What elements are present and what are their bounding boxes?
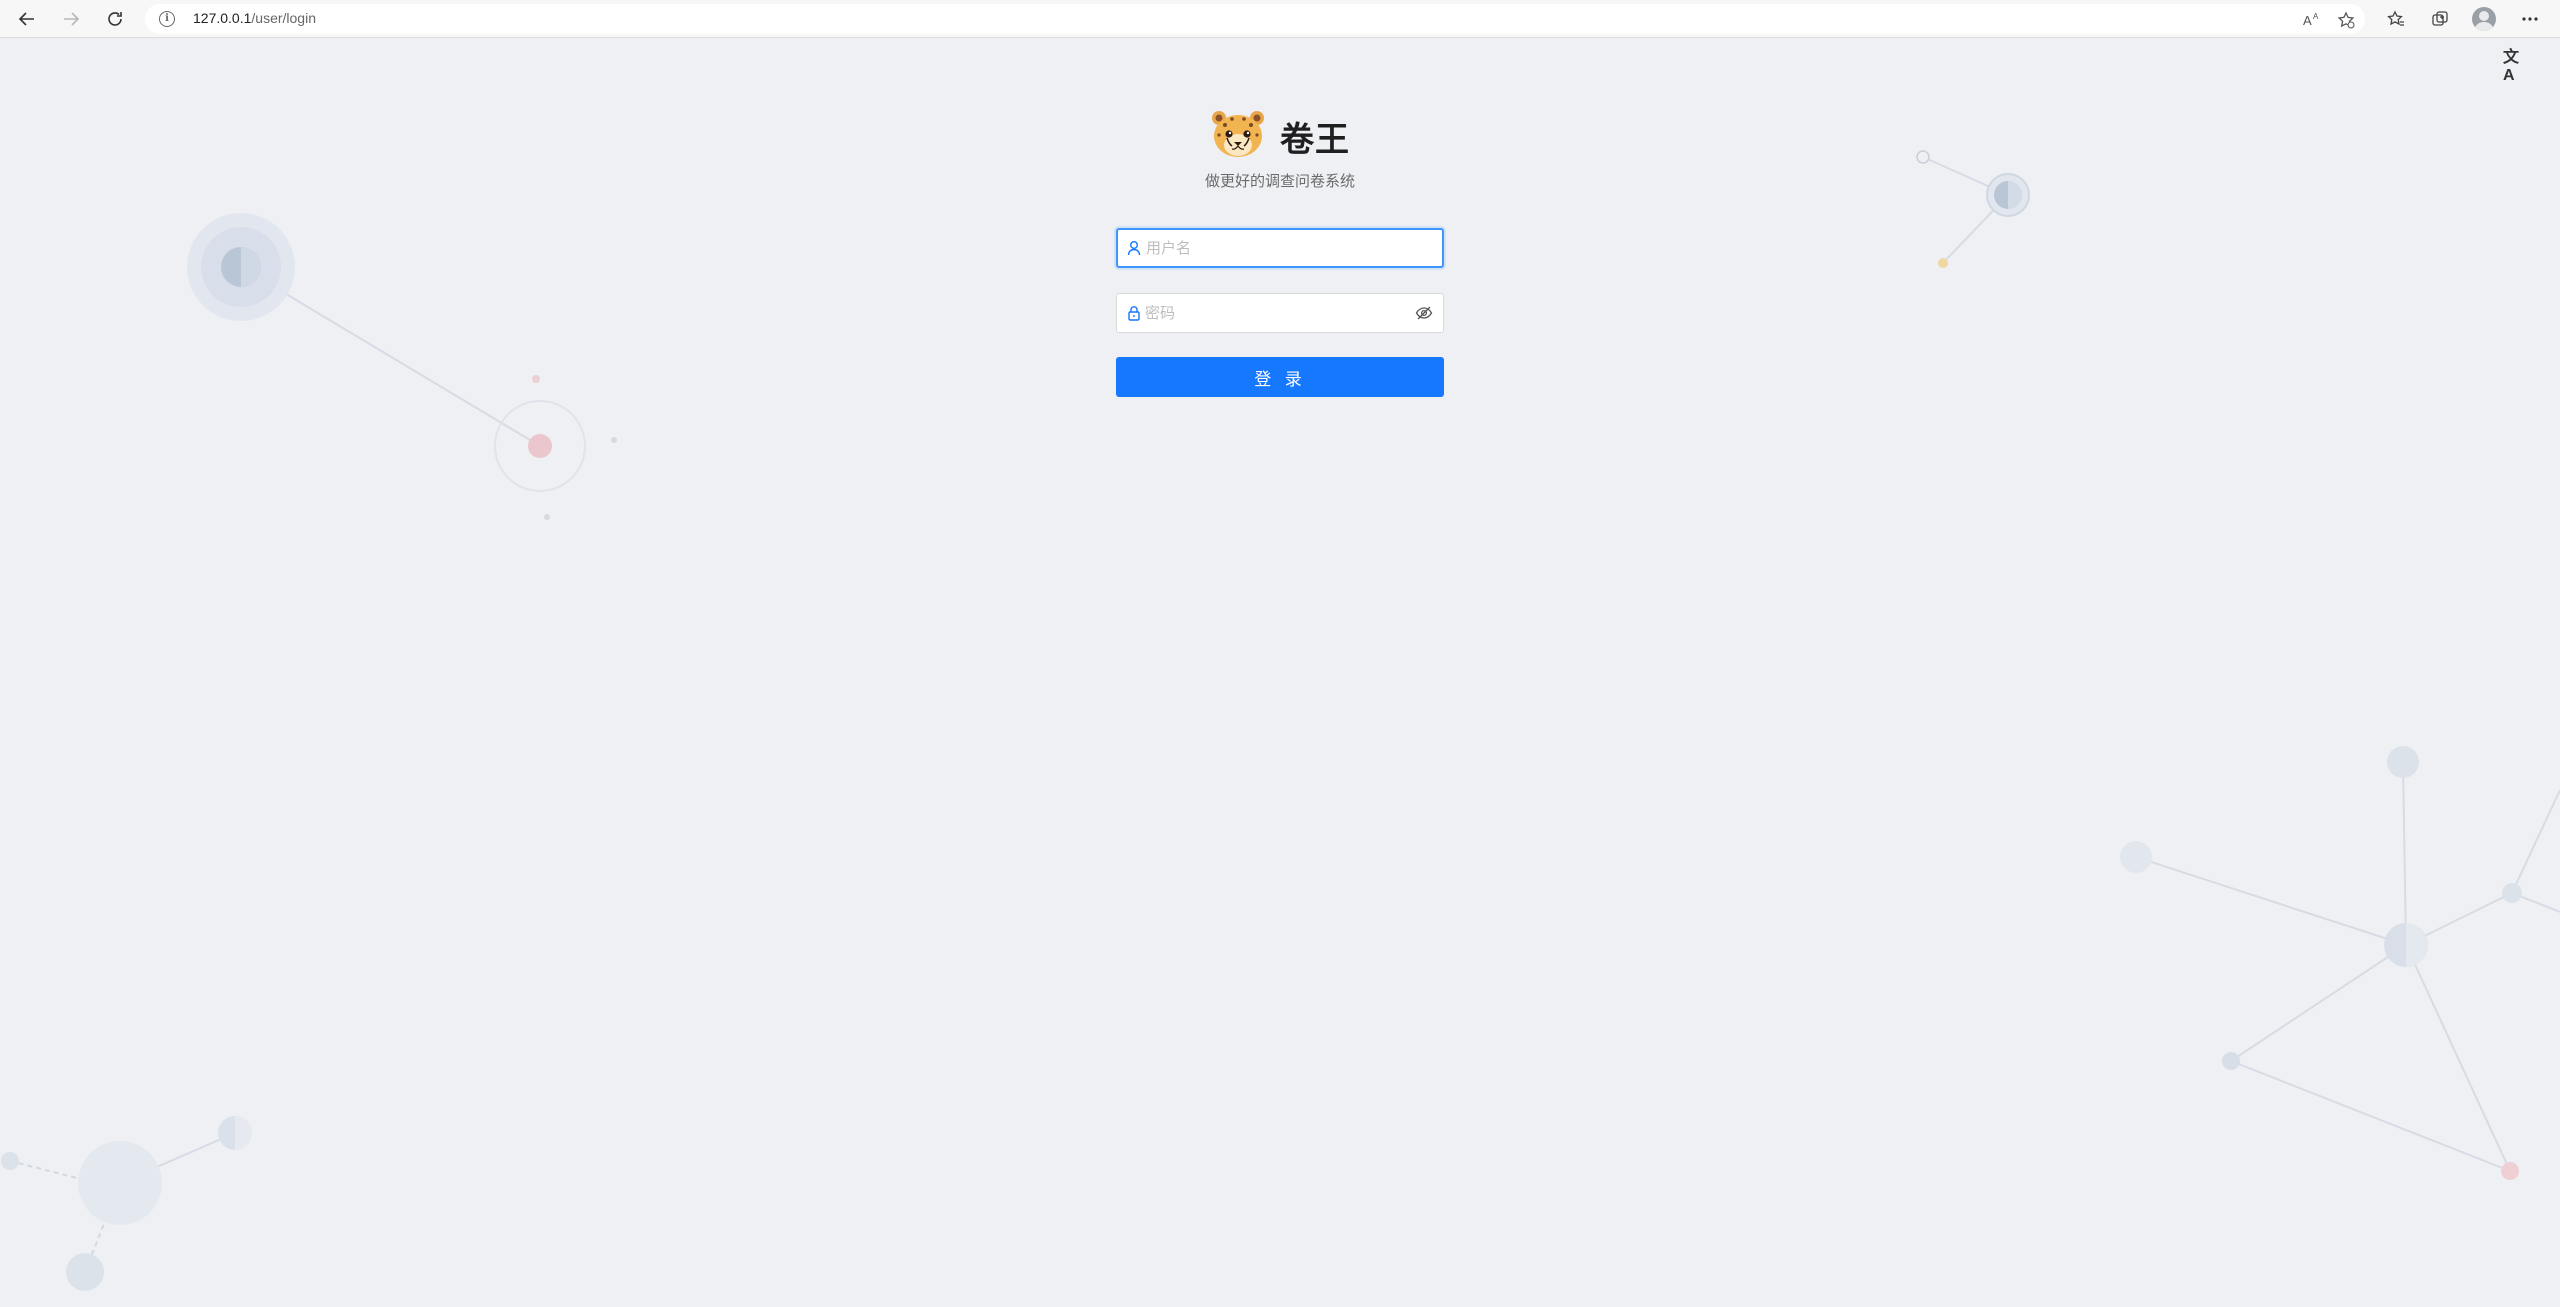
- address-bar[interactable]: i 127.0.0.1/user/login AA: [145, 4, 2365, 34]
- collections-icon[interactable]: [2425, 4, 2455, 34]
- cheetah-logo: [1212, 111, 1264, 157]
- login-button[interactable]: 登 录: [1116, 357, 1444, 397]
- url-text[interactable]: 127.0.0.1/user/login: [193, 10, 316, 26]
- brand-title: 卷王: [1280, 120, 1350, 160]
- translate-icon[interactable]: 文A: [2503, 49, 2529, 84]
- forward-icon[interactable]: [56, 4, 86, 34]
- svg-text:A: A: [2303, 13, 2312, 28]
- reload-icon[interactable]: [100, 4, 130, 34]
- more-icon[interactable]: [2515, 4, 2545, 34]
- svg-text:A: A: [2313, 12, 2319, 21]
- add-favorite-icon[interactable]: [2335, 9, 2357, 31]
- password-input[interactable]: [1145, 294, 1405, 332]
- read-aloud-icon[interactable]: AA: [2300, 9, 2322, 31]
- back-icon[interactable]: [12, 4, 42, 34]
- password-field[interactable]: [1116, 293, 1444, 333]
- username-input[interactable]: [1146, 230, 1406, 266]
- browser-toolbar: i 127.0.0.1/user/login AA: [0, 0, 2560, 38]
- username-field[interactable]: [1116, 228, 1444, 268]
- user-icon: [1127, 240, 1141, 256]
- profile-avatar[interactable]: [2472, 7, 2496, 31]
- info-icon[interactable]: i: [159, 11, 175, 27]
- favorites-icon[interactable]: [2381, 4, 2411, 34]
- lock-icon: [1127, 305, 1141, 321]
- brand-subtitle: 做更好的调查问卷系统: [1204, 173, 1355, 190]
- eye-invisible-icon[interactable]: [1415, 305, 1433, 321]
